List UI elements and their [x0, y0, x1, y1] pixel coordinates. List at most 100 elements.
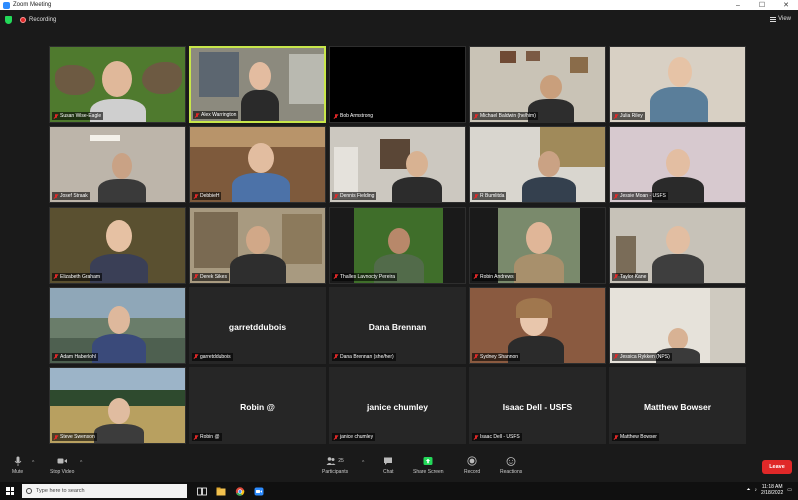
muted-mic-icon — [474, 354, 478, 359]
chat-bubble-icon — [384, 457, 393, 465]
participant-tile[interactable]: Josef Straak — [49, 126, 186, 204]
participant-name: Isaac Dell - USFS — [472, 433, 522, 441]
participant-name: Adam Haberlohl — [52, 352, 98, 361]
muted-mic-icon — [334, 193, 338, 199]
participant-display-name: garretddubois — [228, 321, 287, 332]
participant-name: Taylor Kane — [612, 272, 649, 281]
muted-mic-icon — [474, 113, 478, 119]
participant-name: Matthew Bowser — [612, 433, 659, 441]
window-title: Zoom Meeting — [13, 2, 52, 8]
muted-mic-icon — [194, 434, 198, 440]
participant-name: Jessica Rykken (NPS) — [612, 352, 672, 361]
participant-tile[interactable]: Elizabeth Graham — [49, 206, 186, 284]
participant-name: Alex Warrington — [193, 111, 239, 119]
view-button[interactable]: View — [770, 16, 791, 22]
volume-icon[interactable]: ♪ — [755, 487, 758, 493]
mute-button[interactable]: Mute — [12, 456, 23, 475]
participant-tile[interactable]: Bob Armstrong — [329, 46, 466, 123]
window-title-bar: Zoom Meeting – ☐ ✕ — [0, 0, 798, 10]
muted-mic-icon — [54, 113, 58, 119]
muted-mic-icon — [614, 354, 618, 359]
chrome-icon[interactable] — [235, 486, 245, 496]
participant-tile[interactable]: R Bumlitda — [469, 126, 606, 204]
participant-tile[interactable]: Julia Riley — [609, 46, 746, 123]
muted-mic-icon — [54, 434, 58, 440]
participant-tile[interactable]: Steve Swenson — [49, 367, 186, 444]
stop-video-button[interactable]: Stop Video — [50, 456, 74, 475]
chat-button[interactable]: Chat — [383, 456, 394, 475]
grid-view-icon — [770, 16, 777, 22]
record-icon — [467, 456, 477, 466]
participant-tile[interactable]: Dennis Fielding — [329, 126, 466, 204]
pinned-apps — [197, 486, 264, 496]
participant-tile[interactable]: DebbieH — [189, 126, 326, 204]
video-camera-icon — [57, 458, 68, 464]
participant-tile[interactable]: Jessica Rykken (NPS) — [609, 286, 746, 364]
video-options-caret[interactable]: ^ — [80, 460, 82, 466]
participant-display-name: Matthew Bowser — [643, 402, 712, 412]
close-button[interactable]: ✕ — [774, 1, 798, 9]
maximize-button[interactable]: ☐ — [750, 1, 774, 9]
participant-display-name: Isaac Dell - USFS — [502, 402, 573, 412]
network-icon[interactable]: ⏶ — [747, 487, 751, 493]
participant-display-name: janice chumley — [367, 402, 428, 412]
record-button[interactable]: Record — [464, 456, 480, 475]
participant-name: Steve Swenson — [52, 433, 97, 441]
participant-tile[interactable]: Susan Wise-Eagle — [49, 46, 186, 123]
minimize-button[interactable]: – — [726, 2, 750, 9]
participant-tile[interactable]: Robin Andrews — [469, 206, 606, 284]
participant-name: Michael Baldwin (he/him) — [472, 112, 538, 120]
participant-name: garretddubois — [192, 352, 233, 361]
participant-tile[interactable]: Derek Sikes — [189, 206, 326, 284]
mute-options-caret[interactable]: ^ — [32, 460, 34, 466]
participant-name: Susan Wise-Eagle — [52, 112, 104, 120]
participant-tile-no-video[interactable]: janice chumley janice chumley — [329, 367, 466, 444]
meeting-toolbar: Mute ^ Stop Video ^ 25 Participants ^ Ch… — [0, 452, 798, 482]
muted-mic-icon — [194, 354, 198, 359]
muted-mic-icon — [54, 274, 58, 279]
participant-tile-active-speaker[interactable]: Alex Warrington — [189, 46, 326, 123]
participant-name: Dennis Fielding — [332, 192, 377, 201]
participant-tile[interactable]: Michael Baldwin (he/him) — [469, 46, 606, 123]
participant-name: Elizabeth Graham — [52, 272, 103, 281]
taskbar-clock[interactable]: 11:18 AM 2/18/2022 — [761, 484, 783, 496]
participant-tile-no-video[interactable]: Dana Brennan Dana Brennan (she/her) — [329, 286, 466, 364]
muted-mic-icon — [614, 434, 618, 440]
view-label: View — [778, 16, 791, 22]
participant-tile[interactable]: Taylor Kane — [609, 206, 746, 284]
muted-mic-icon — [334, 274, 338, 279]
reactions-button[interactable]: Reactions — [500, 456, 522, 475]
participant-name: DebbieH — [192, 192, 222, 201]
participant-name: Robin Andrews — [472, 272, 516, 281]
recording-label: Recording — [29, 17, 57, 23]
share-screen-button[interactable]: Share Screen — [413, 456, 444, 475]
participants-options-caret[interactable]: ^ — [362, 460, 364, 466]
task-view-icon[interactable] — [197, 487, 207, 496]
windows-start-icon[interactable] — [6, 487, 14, 495]
taskbar-search-input[interactable]: Type here to search — [22, 484, 187, 498]
system-tray: ⏶ ♪ 11:18 AM 2/18/2022 ▭ — [747, 484, 793, 496]
leave-button[interactable]: Leave — [762, 460, 792, 474]
muted-mic-icon — [194, 274, 198, 279]
muted-mic-icon — [54, 354, 58, 359]
participant-tile[interactable]: Sydney Shannon — [469, 286, 606, 364]
participant-display-name: Dana Brennan — [368, 321, 427, 332]
reactions-icon — [506, 457, 516, 466]
participant-tile-no-video[interactable]: Robin @ Robin @ — [189, 367, 326, 444]
muted-mic-icon — [195, 112, 199, 118]
zoom-app-icon[interactable] — [254, 487, 264, 496]
security-shield-icon[interactable] — [5, 16, 12, 24]
notifications-icon[interactable]: ▭ — [787, 487, 792, 493]
file-explorer-icon[interactable] — [216, 487, 226, 496]
participant-tile[interactable]: Adam Haberlohl — [49, 286, 186, 364]
participant-display-name: Robin @ — [240, 402, 275, 412]
participant-tile-no-video[interactable]: Isaac Dell - USFS Isaac Dell - USFS — [469, 367, 606, 444]
participant-tile-no-video[interactable]: garretddubois garretddubois — [189, 286, 326, 364]
participant-tile-no-video[interactable]: Matthew Bowser Matthew Bowser — [609, 367, 746, 444]
muted-mic-icon — [54, 193, 58, 199]
participant-tile[interactable]: Thalles Lavnocty Pereira — [329, 206, 466, 284]
participants-button[interactable]: 25 Participants — [322, 456, 348, 475]
video-gallery: Susan Wise-Eagle Alex Warrington Bob Arm… — [49, 46, 746, 444]
participants-icon — [326, 457, 336, 465]
participant-tile[interactable]: Jessie Moan - USFS — [609, 126, 746, 204]
